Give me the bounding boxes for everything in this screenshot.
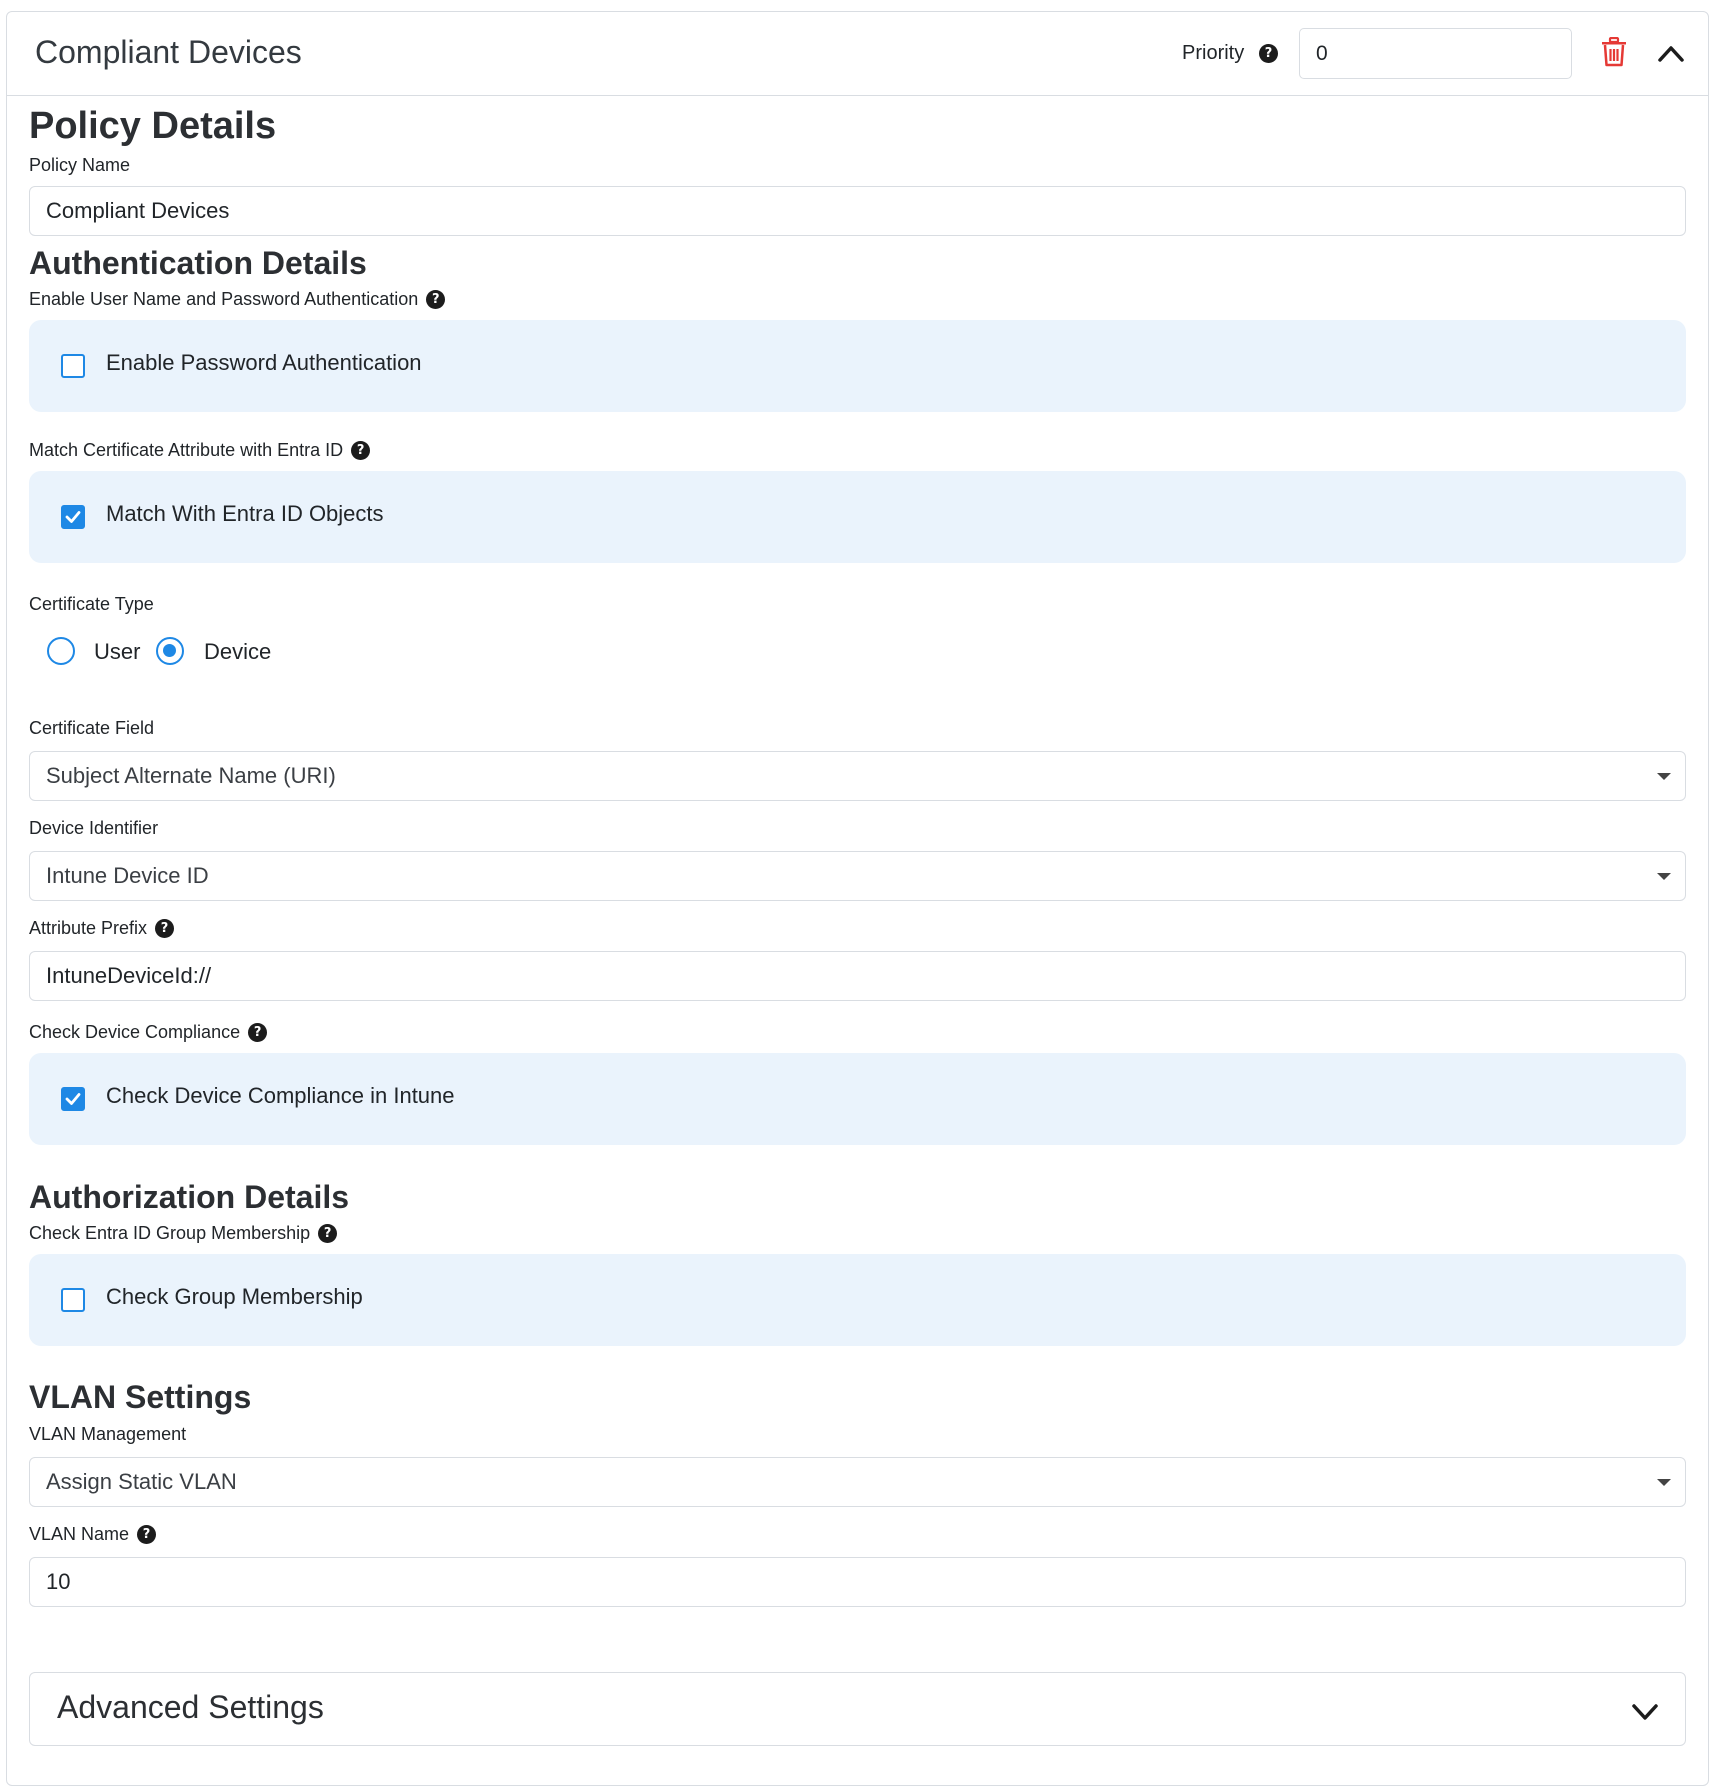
- priority-help-icon[interactable]: ?: [1259, 44, 1278, 63]
- vlan-settings-heading: VLAN Settings: [29, 1379, 252, 1415]
- device-compliance-panel: Check Device Compliance in Intune: [29, 1053, 1686, 1145]
- policy-card-header[interactable]: Compliant Devices Priority ? 0: [7, 12, 1708, 96]
- checkmark-icon: [65, 1093, 81, 1105]
- authentication-details-heading: Authentication Details: [29, 245, 367, 281]
- match-entra-checkbox[interactable]: [61, 505, 85, 529]
- vlan-name-input[interactable]: 10: [29, 1557, 1686, 1607]
- vlan-name-label: VLAN Name ?: [29, 1524, 157, 1545]
- policy-name-label: Policy Name: [29, 155, 131, 175]
- group-membership-checkbox[interactable]: [61, 1288, 85, 1312]
- password-auth-label: Enable User Name and Password Authentica…: [29, 289, 446, 310]
- device-compliance-checkbox[interactable]: [61, 1087, 85, 1111]
- certificate-field-select[interactable]: Subject Alternate Name (URI): [29, 751, 1686, 801]
- policy-details-heading: Policy Details: [29, 105, 277, 147]
- vlan-name-help-icon[interactable]: ?: [137, 1525, 157, 1544]
- match-entra-help-icon[interactable]: ?: [351, 441, 371, 460]
- advanced-settings-title: Advanced Settings: [57, 1689, 324, 1725]
- certificate-type-label: Certificate Type: [29, 594, 154, 614]
- match-entra-panel: Match With Entra ID Objects: [29, 471, 1686, 563]
- password-auth-checkbox[interactable]: [61, 354, 85, 378]
- device-compliance-label: Check Device Compliance ?: [29, 1022, 268, 1043]
- authorization-details-heading: Authorization Details: [29, 1179, 350, 1215]
- vlan-management-value: Assign Static VLAN: [46, 1469, 237, 1494]
- attribute-prefix-input[interactable]: IntuneDeviceId://: [29, 951, 1686, 1001]
- certificate-field-label: Certificate Field: [29, 718, 155, 738]
- dropdown-caret-icon: [1657, 773, 1671, 780]
- dropdown-caret-icon: [1657, 1479, 1671, 1486]
- password-auth-panel: Enable Password Authentication: [29, 320, 1686, 412]
- device-identifier-label: Device Identifier: [29, 818, 159, 838]
- group-membership-help-icon[interactable]: ?: [318, 1224, 338, 1243]
- advanced-settings-accordion[interactable]: Advanced Settings: [29, 1672, 1686, 1746]
- device-compliance-checkbox-label[interactable]: Check Device Compliance in Intune: [106, 1083, 455, 1109]
- card-title: Compliant Devices: [35, 34, 302, 70]
- cert-type-device-label[interactable]: Device: [204, 639, 271, 665]
- password-auth-help-icon[interactable]: ?: [426, 290, 446, 309]
- checkmark-icon: [65, 511, 81, 523]
- cert-type-device-radio[interactable]: [156, 637, 184, 665]
- trash-icon[interactable]: [1601, 37, 1627, 67]
- cert-type-user-label[interactable]: User: [94, 639, 140, 665]
- priority-input[interactable]: 0: [1299, 28, 1572, 79]
- cert-type-user-radio[interactable]: [47, 637, 75, 665]
- attribute-prefix-help-icon[interactable]: ?: [155, 919, 175, 938]
- policy-name-input[interactable]: Compliant Devices: [29, 186, 1686, 236]
- group-membership-checkbox-label[interactable]: Check Group Membership: [106, 1284, 363, 1310]
- policy-card: Compliant Devices Priority ? 0 Policy De…: [6, 11, 1709, 1786]
- match-entra-label: Match Certificate Attribute with Entra I…: [29, 440, 371, 461]
- attribute-prefix-label: Attribute Prefix ?: [29, 918, 175, 939]
- device-compliance-help-icon[interactable]: ?: [248, 1023, 268, 1042]
- device-identifier-select[interactable]: Intune Device ID: [29, 851, 1686, 901]
- group-membership-panel: Check Group Membership: [29, 1254, 1686, 1346]
- password-auth-checkbox-label[interactable]: Enable Password Authentication: [106, 350, 422, 376]
- dropdown-caret-icon: [1657, 873, 1671, 880]
- certificate-field-value: Subject Alternate Name (URI): [46, 763, 336, 788]
- device-identifier-value: Intune Device ID: [46, 863, 209, 888]
- chevron-up-icon[interactable]: [1657, 42, 1685, 64]
- vlan-management-label: VLAN Management: [29, 1424, 187, 1444]
- group-membership-label: Check Entra ID Group Membership ?: [29, 1223, 338, 1244]
- priority-label: Priority: [1182, 42, 1245, 64]
- chevron-down-icon[interactable]: [1631, 1701, 1659, 1723]
- match-entra-checkbox-label[interactable]: Match With Entra ID Objects: [106, 501, 384, 527]
- vlan-management-select[interactable]: Assign Static VLAN: [29, 1457, 1686, 1507]
